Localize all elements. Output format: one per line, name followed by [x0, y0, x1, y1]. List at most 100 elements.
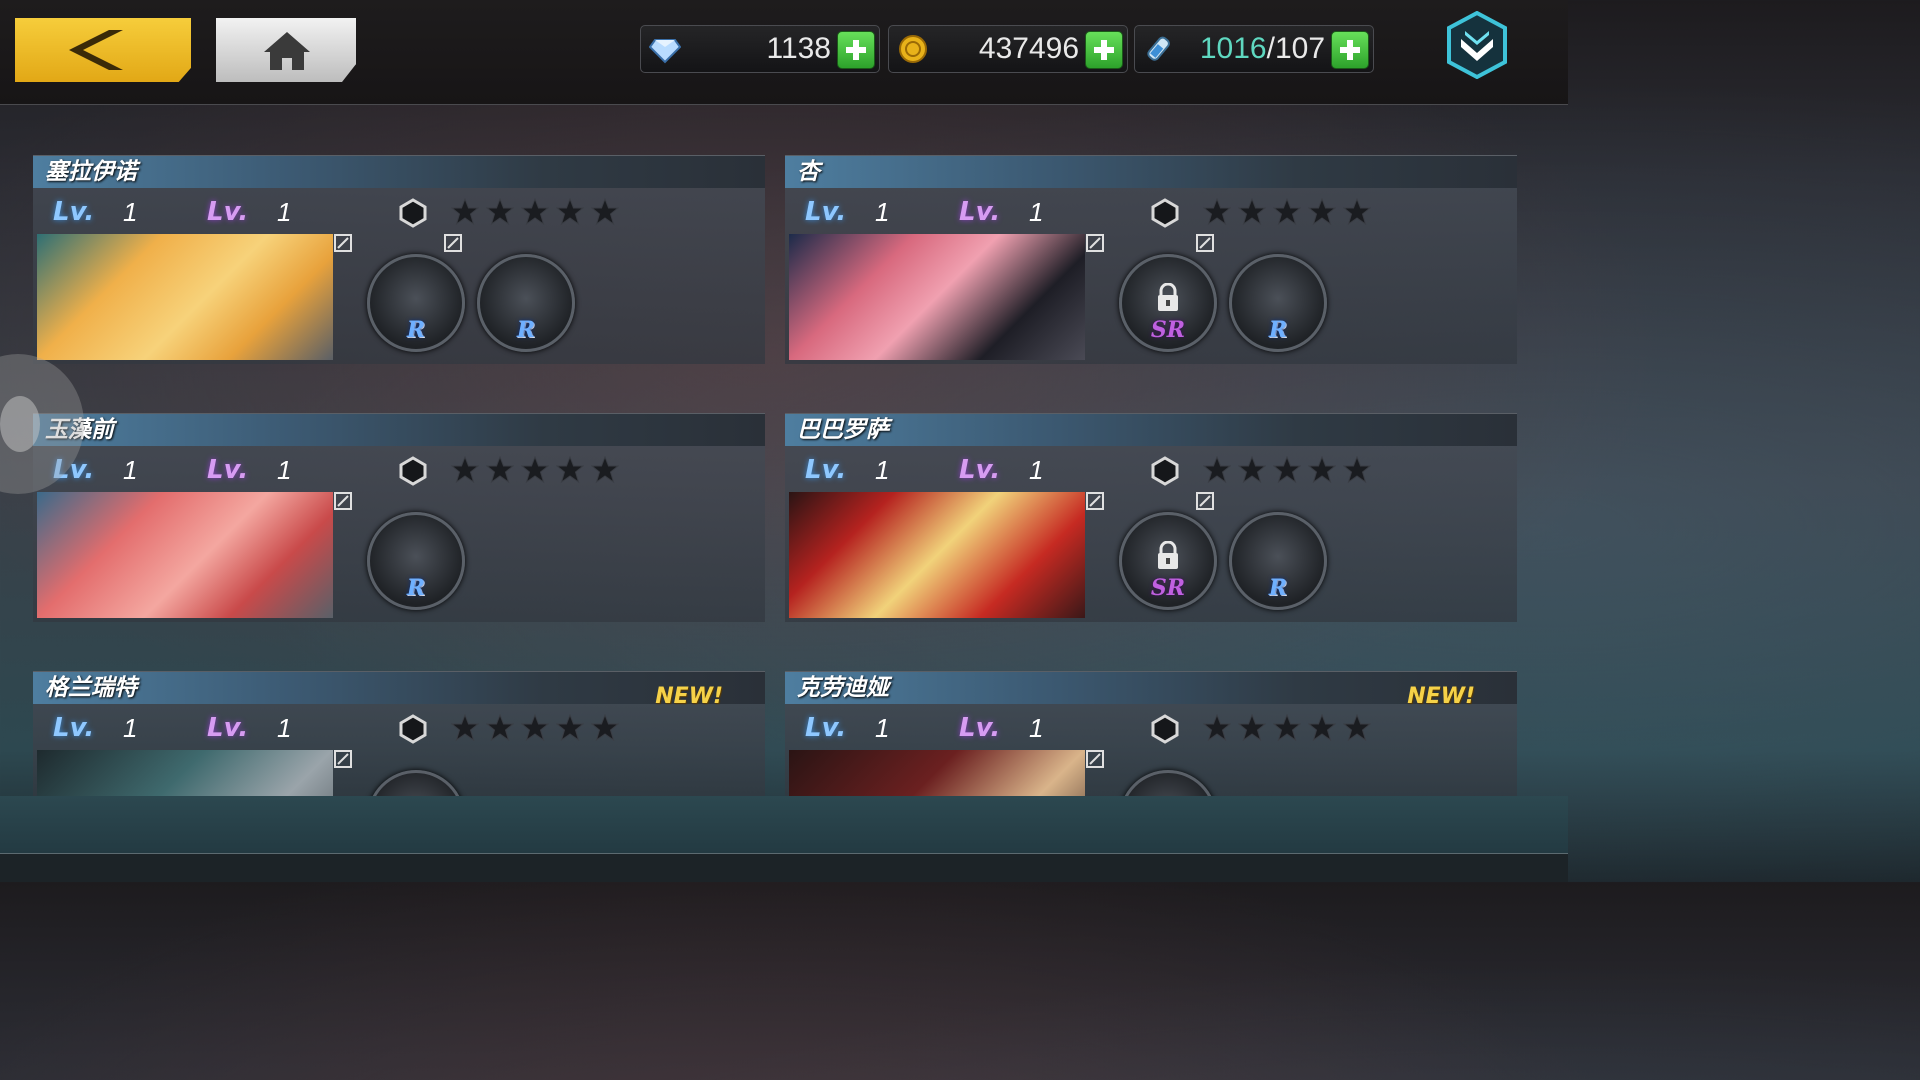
level-tag: Lv.	[959, 455, 1001, 485]
stamina-counter: 1016/107	[1134, 25, 1374, 73]
add-gold-button[interactable]	[1085, 31, 1123, 69]
character-portrait[interactable]	[37, 492, 333, 618]
diamond-icon	[649, 39, 681, 64]
skill-level: Lv. 1	[959, 192, 1069, 232]
stamina-max: /107	[1266, 32, 1325, 65]
edit-equip-icon	[1086, 234, 1104, 252]
back-arrow-icon	[69, 30, 123, 70]
back-button[interactable]	[15, 18, 191, 82]
star-icon	[555, 455, 585, 484]
star-icon	[555, 713, 585, 742]
star-icon	[485, 455, 515, 484]
level-row: Lv. 1 Lv. 1	[33, 704, 765, 750]
equipment-slot[interactable]: R	[477, 254, 575, 352]
element-hexagon-icon	[399, 456, 427, 486]
equipment-area: SR R	[1085, 234, 1517, 360]
menu-dropdown-button[interactable]	[1445, 11, 1509, 79]
home-button[interactable]	[216, 18, 356, 82]
add-stamina-button[interactable]	[1331, 31, 1369, 69]
star-icon	[520, 197, 550, 226]
character-level: Lv. 1	[805, 450, 915, 490]
skill-level: Lv. 1	[207, 192, 317, 232]
star-icon	[1342, 713, 1372, 742]
star-icon	[450, 713, 480, 742]
character-portrait[interactable]	[37, 234, 333, 360]
edit-equip-button[interactable]	[334, 234, 352, 252]
character-card[interactable]: 克劳迪娅 NEW! Lv. 1 Lv. 1	[785, 671, 1517, 876]
diamond-counter: 1138	[640, 25, 880, 73]
equipment-slot[interactable]: R	[1229, 254, 1327, 352]
equipment-rank: R	[406, 317, 426, 343]
element-hexagon-icon	[1151, 456, 1179, 486]
character-portrait[interactable]	[789, 492, 1085, 618]
equipment-slot[interactable]: R	[367, 254, 465, 352]
star-icon	[590, 197, 620, 226]
character-card[interactable]: 玉藻前 Lv. 1 Lv. 1 R	[33, 413, 765, 622]
edit-equip-button[interactable]	[334, 492, 352, 510]
equipment-rank: R	[1268, 575, 1288, 601]
card-name-bar: 格兰瑞特 NEW!	[33, 672, 765, 709]
star-icon	[1342, 197, 1372, 226]
star-icon	[1272, 455, 1302, 484]
star-icon	[1272, 197, 1302, 226]
character-level: Lv. 1	[53, 192, 163, 232]
equipment-slot[interactable]: SR	[1119, 512, 1217, 610]
star-rating	[1202, 455, 1378, 486]
equipment-rank: SR	[1150, 317, 1186, 343]
element-hexagon-icon	[399, 714, 427, 744]
character-card[interactable]: 塞拉伊诺 Lv. 1 Lv. 1 R R	[33, 155, 765, 364]
star-rating	[450, 713, 626, 744]
equipment-slot[interactable]: R	[1229, 512, 1327, 610]
star-icon	[450, 455, 480, 484]
stamina-value: 1016/107	[1200, 30, 1325, 68]
edit-equip-icon	[1196, 234, 1214, 252]
level-value: 1	[123, 713, 138, 743]
gold-value: 437496	[978, 32, 1079, 65]
edit-equip-icon	[444, 234, 462, 252]
level-value: 1	[277, 713, 292, 743]
level-tag: Lv.	[207, 197, 249, 227]
stamina-bottle-icon	[1147, 36, 1170, 61]
character-card[interactable]: 杏 Lv. 1 Lv. 1 SR R	[785, 155, 1517, 364]
level-value: 1	[875, 455, 890, 485]
character-name: 巴巴罗萨	[797, 417, 889, 443]
character-card[interactable]: 巴巴罗萨 Lv. 1 Lv. 1 SR R	[785, 413, 1517, 622]
skill-level: Lv. 1	[959, 708, 1069, 748]
star-rating	[450, 197, 626, 228]
edit-equip-button[interactable]	[334, 750, 352, 768]
equipment-rank: SR	[1150, 575, 1186, 601]
star-icon	[1237, 455, 1267, 484]
add-diamond-button[interactable]	[837, 31, 875, 69]
edit-equip-button[interactable]	[1086, 492, 1104, 510]
level-row: Lv. 1 Lv. 1	[785, 188, 1517, 234]
star-rating	[1202, 713, 1378, 744]
equipment-slot[interactable]: R	[367, 512, 465, 610]
element-hexagon-icon	[399, 198, 427, 228]
character-card[interactable]: 格兰瑞特 NEW! Lv. 1 Lv. 1	[33, 671, 765, 876]
edit-equip-button[interactable]	[1086, 750, 1104, 768]
card-name-bar: 塞拉伊诺	[33, 156, 765, 188]
equipment-slot[interactable]: SR	[1119, 254, 1217, 352]
diamond-value: 1138	[766, 32, 831, 65]
skill-level: Lv. 1	[959, 450, 1069, 490]
star-icon	[520, 713, 550, 742]
edit-equip-button[interactable]	[1196, 492, 1214, 510]
level-tag: Lv.	[959, 197, 1001, 227]
equipment-area: SR R	[1085, 492, 1517, 618]
edit-equip-button[interactable]	[444, 234, 462, 252]
star-icon	[590, 713, 620, 742]
character-portrait[interactable]	[789, 234, 1085, 360]
gold-coin-icon	[899, 35, 927, 63]
star-icon	[1342, 455, 1372, 484]
level-tag: Lv.	[207, 455, 249, 485]
level-tag: Lv.	[959, 713, 1001, 743]
equipment-rank: R	[1268, 317, 1288, 343]
star-rating	[1202, 197, 1378, 228]
star-rating	[450, 455, 626, 486]
edit-equip-button[interactable]	[1196, 234, 1214, 252]
star-icon	[1307, 455, 1337, 484]
edit-equip-button[interactable]	[1086, 234, 1104, 252]
equipment-area: R	[333, 492, 765, 618]
level-tag: Lv.	[805, 455, 847, 485]
level-tag: Lv.	[53, 197, 95, 227]
